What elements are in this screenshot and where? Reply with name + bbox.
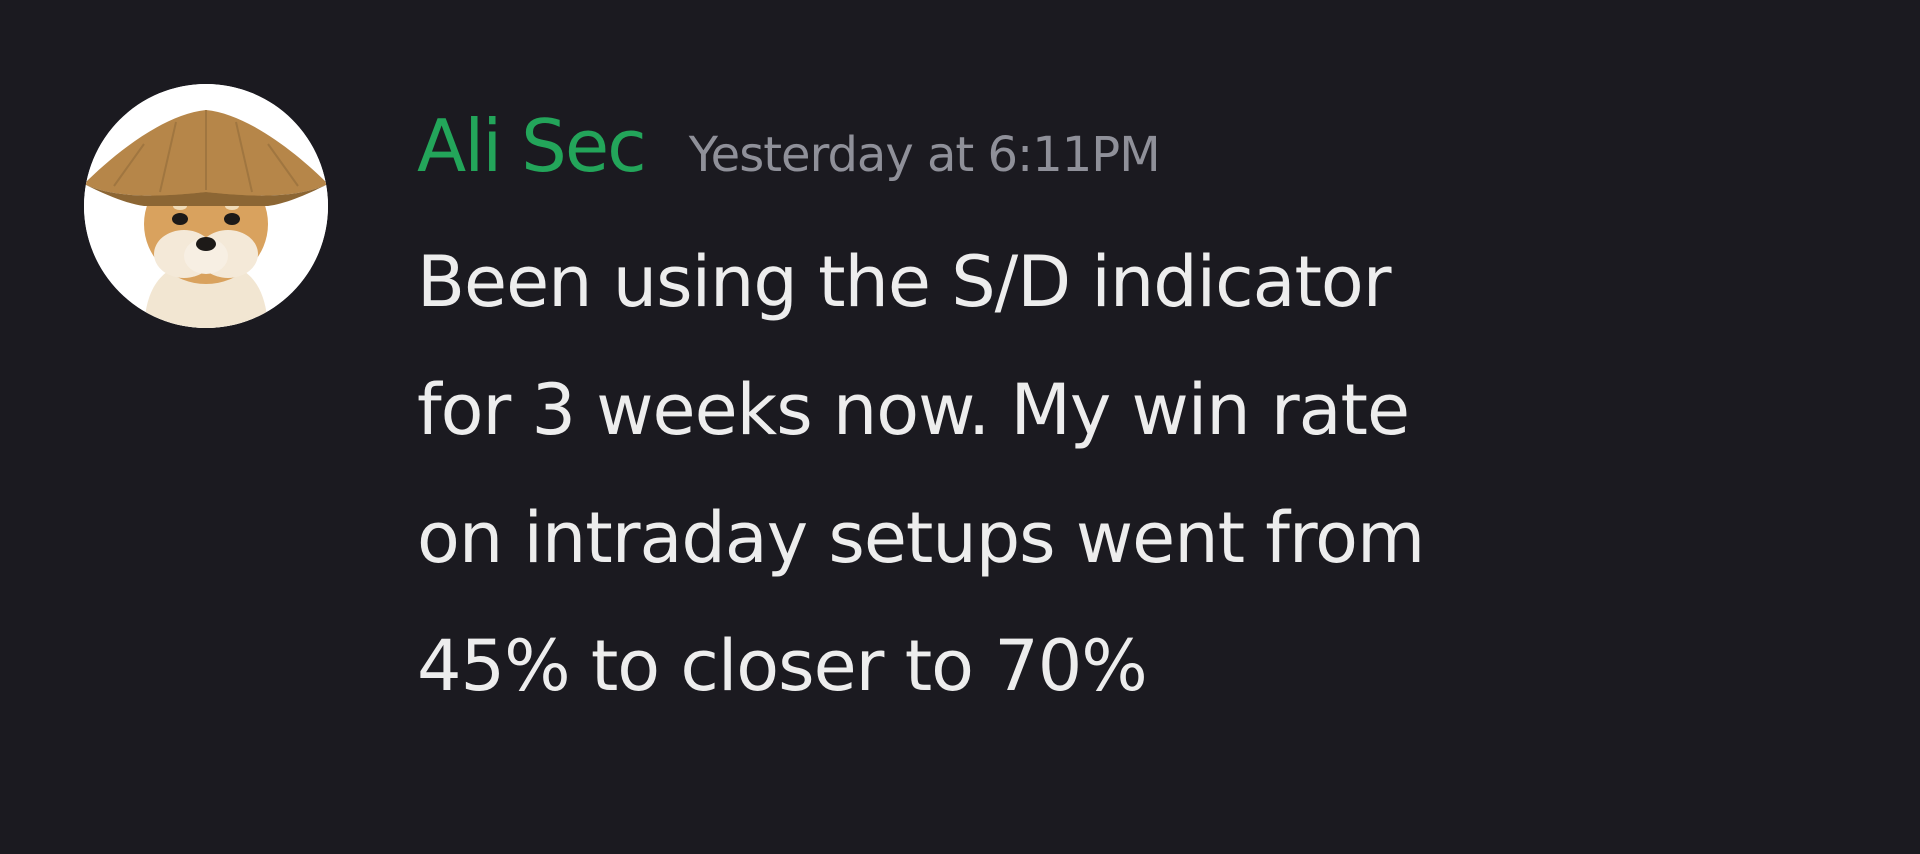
shiba-dog-hat-icon [84, 84, 328, 328]
chat-message: Ali Sec Yesterday at 6:11PM Been using t… [0, 0, 1920, 854]
message-line: on intraday setups went from [417, 497, 1425, 579]
message-line: 45% to closer to 70% [417, 625, 1148, 707]
avatar[interactable] [84, 84, 328, 328]
message-header: Ali Sec Yesterday at 6:11PM [417, 96, 1161, 196]
message-timestamp[interactable]: Yesterday at 6:11PM [689, 105, 1161, 205]
author-name[interactable]: Ali Sec [417, 96, 647, 196]
message-content: Been using the S/D indicator for 3 weeks… [417, 218, 1617, 730]
message-line: Been using the S/D indicator [417, 241, 1392, 323]
message-line: for 3 weeks now. My win rate [417, 369, 1410, 451]
